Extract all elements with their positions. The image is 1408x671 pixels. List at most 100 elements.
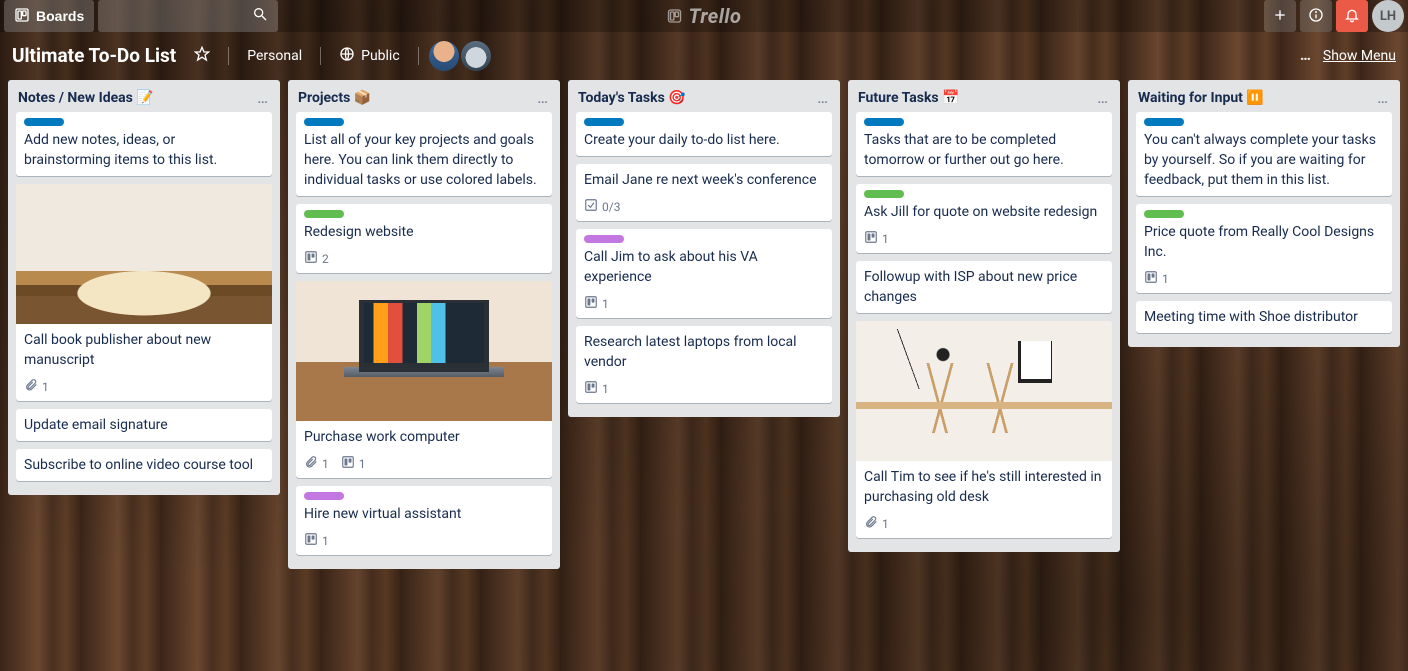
card[interactable]: Price quote from Really Cool Designs Inc… [1136, 204, 1392, 293]
card-label[interactable] [864, 190, 904, 198]
card-badges: 0/3 [576, 196, 832, 221]
visibility-label: Public [361, 48, 400, 64]
card-label[interactable] [1144, 118, 1184, 126]
info-button[interactable] [1300, 0, 1332, 32]
card[interactable]: Ask Jill for quote on website redesign1 [856, 184, 1112, 253]
card-labels [304, 210, 544, 218]
card-label[interactable] [24, 118, 64, 126]
list-menu-button[interactable]: … [1093, 88, 1112, 108]
divider [320, 47, 321, 65]
card-cover-image [856, 321, 1112, 461]
card-badges: 1 [16, 376, 272, 401]
card-labels [304, 492, 544, 500]
boards-button[interactable]: Boards [4, 0, 94, 32]
card-text: Research latest laptops from local vendo… [584, 332, 824, 372]
list-header: Future Tasks 📅… [848, 80, 1120, 112]
card-badge-value: 0/3 [602, 200, 620, 214]
board-member[interactable] [429, 41, 459, 71]
star-button[interactable] [186, 40, 218, 72]
card-badge-value: 1 [322, 534, 329, 548]
card[interactable]: List all of your key projects and goals … [296, 112, 552, 196]
card-label[interactable] [584, 235, 624, 243]
card-text: Call Tim to see if he's still interested… [864, 467, 1104, 507]
topbar: Boards Trello LH [0, 0, 1408, 32]
card-text: Tasks that are to be completed tomorrow … [864, 130, 1104, 170]
card[interactable]: Update email signature [16, 409, 272, 441]
search-input[interactable] [98, 0, 278, 32]
list-menu-button[interactable]: … [1373, 88, 1392, 108]
visibility-button[interactable]: Public [331, 40, 408, 72]
list-header: Today's Tasks 🎯… [568, 80, 840, 112]
card[interactable]: Followup with ISP about new price change… [856, 261, 1112, 313]
card-badge-value: 1 [602, 297, 609, 311]
card[interactable]: Hire new virtual assistant1 [296, 486, 552, 555]
card-labels [864, 190, 1104, 198]
card-text: Call book publisher about new manuscript [24, 330, 264, 370]
list-title[interactable]: Waiting for Input ⏸️ [1138, 90, 1373, 106]
card-badge-checklist: 0/3 [584, 198, 620, 215]
card-badges: 1 [856, 228, 1112, 253]
ellipsis-icon: … [1377, 88, 1388, 107]
card[interactable]: Create your daily to-do list here. [576, 112, 832, 156]
list-cards: Tasks that are to be completed tomorrow … [848, 112, 1120, 546]
card-badge-trello: 1 [584, 380, 609, 397]
card-badge-value: 1 [1162, 272, 1169, 286]
card[interactable]: Call Tim to see if he's still interested… [856, 321, 1112, 538]
card-badge-trello: 1 [584, 295, 609, 312]
card-badge-trello: 2 [304, 250, 329, 267]
trello-icon [1144, 270, 1158, 287]
card-labels [24, 118, 264, 126]
card-badge-trello: 1 [864, 230, 889, 247]
list-menu-button[interactable]: … [533, 88, 552, 108]
card[interactable]: Meeting time with Shoe distributor [1136, 301, 1392, 333]
list-title[interactable]: Today's Tasks 🎯 [578, 90, 813, 106]
list-menu-button[interactable]: … [813, 88, 832, 108]
notifications-button[interactable] [1336, 0, 1368, 32]
list-header: Notes / New Ideas 📝… [8, 80, 280, 112]
board-title[interactable]: Ultimate To-Do List [12, 40, 176, 72]
show-menu-button[interactable]: Show Menu [1323, 48, 1396, 64]
card-label[interactable] [304, 492, 344, 500]
brand-logo: Trello [667, 4, 742, 28]
card-label[interactable] [864, 118, 904, 126]
card[interactable]: Redesign website 2 [296, 204, 552, 273]
board-member[interactable] [461, 41, 491, 71]
card-badge-value: 1 [322, 457, 329, 471]
trello-icon [304, 250, 318, 267]
user-avatar[interactable]: LH [1372, 0, 1404, 32]
card-label[interactable] [304, 118, 344, 126]
search-icon [252, 6, 268, 26]
card-label[interactable] [304, 210, 344, 218]
list-cards: Add new notes, ideas, or brainstorming i… [8, 112, 280, 489]
card[interactable]: You can't always complete your tasks by … [1136, 112, 1392, 196]
card[interactable]: Call Jim to ask about his VA experience1 [576, 229, 832, 318]
card[interactable]: Research latest laptops from local vendo… [576, 326, 832, 403]
card[interactable]: Call book publisher about new manuscript… [16, 184, 272, 401]
card[interactable]: Tasks that are to be completed tomorrow … [856, 112, 1112, 176]
team-button[interactable]: Personal [239, 40, 310, 72]
card[interactable]: Add new notes, ideas, or brainstorming i… [16, 112, 272, 176]
list-title[interactable]: Projects 📦 [298, 90, 533, 106]
list-menu-button[interactable]: … [253, 88, 272, 108]
list: Future Tasks 📅… Tasks that are to be comp… [848, 80, 1120, 552]
card-text: Redesign website [304, 222, 544, 242]
card-label[interactable] [584, 118, 624, 126]
list-cards: Create your daily to-do list here. Email … [568, 112, 840, 411]
create-button[interactable] [1264, 0, 1296, 32]
card[interactable]: Purchase work computer11 [296, 281, 552, 478]
attachment-icon [24, 378, 38, 395]
list-title[interactable]: Future Tasks 📅 [858, 90, 1093, 106]
trello-icon [341, 455, 355, 472]
ellipsis-icon: … [537, 88, 548, 107]
user-initials: LH [1380, 9, 1396, 24]
card-label[interactable] [1144, 210, 1184, 218]
divider [228, 47, 229, 65]
card[interactable]: Email Jane re next week's conference0/3 [576, 164, 832, 221]
card-labels [584, 235, 824, 243]
card[interactable]: Subscribe to online video course tool [16, 449, 272, 481]
list-title[interactable]: Notes / New Ideas 📝 [18, 90, 253, 106]
card-text: Update email signature [24, 415, 264, 435]
card-badges: 11 [296, 453, 552, 478]
trello-icon [304, 532, 318, 549]
card-text: Meeting time with Shoe distributor [1144, 307, 1384, 327]
